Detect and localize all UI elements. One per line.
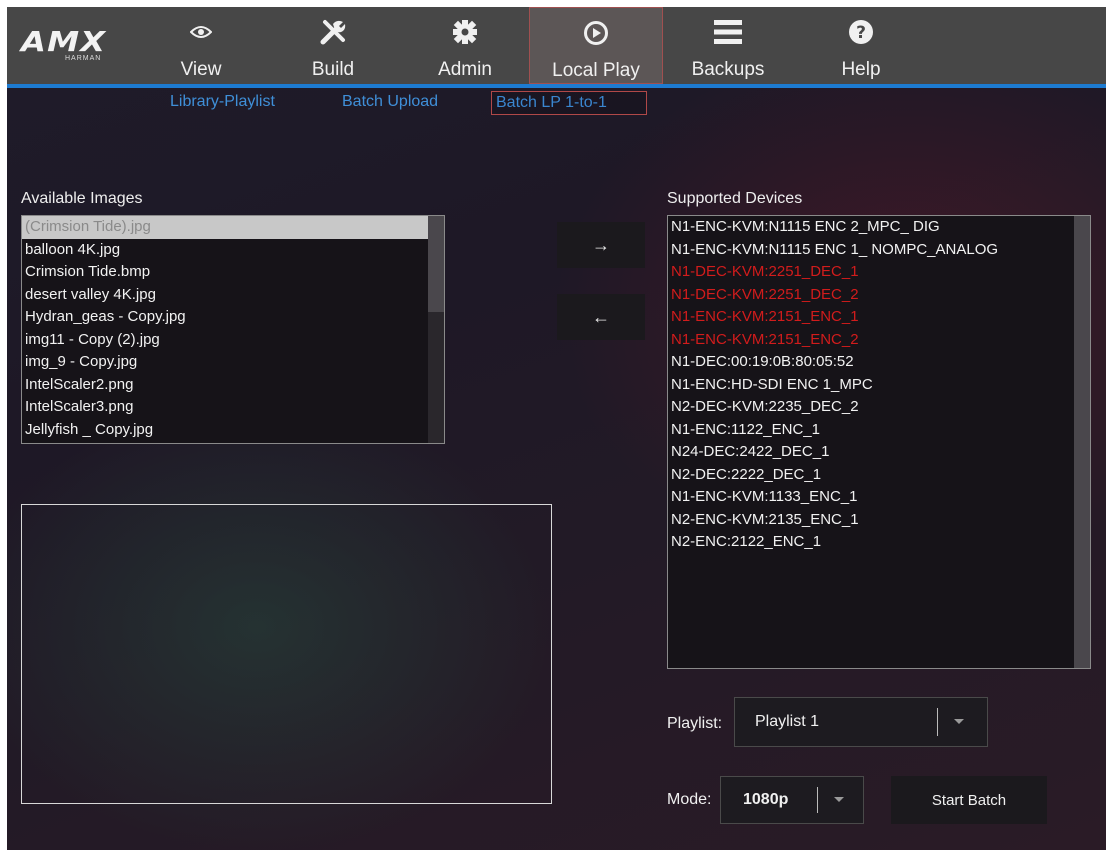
device-list-item[interactable]: N1-DEC-KVM:2251_DEC_1 [668,261,1090,284]
playlist-dropdown[interactable]: Playlist 1 [734,697,988,747]
nav-help[interactable]: ? Help [819,7,903,84]
scrollbar-thumb[interactable] [428,216,444,312]
nav-accent-line [7,84,1106,88]
device-list-item[interactable]: N1-DEC-KVM:2251_DEC_2 [668,284,1090,307]
image-list-item[interactable]: desert valley 4K.jpg [22,284,444,307]
nav-build[interactable]: Build [289,7,377,84]
mode-dropdown[interactable]: 1080p [720,776,864,824]
device-list-item[interactable]: N1-ENC-KVM:N1115 ENC 2_MPC_ DIG [668,216,1090,239]
app-window: AMX HARMAN View Build Admin Local Play B… [7,7,1106,850]
image-list-item[interactable]: img_9 - Copy.jpg [22,351,444,374]
image-list-item[interactable]: balloon 4K.jpg [22,239,444,262]
image-list-item[interactable]: (Crimsion Tide).jpg [22,216,428,239]
menu-icon [683,17,773,47]
device-list-item[interactable]: N2-ENC:2122_ENC_1 [668,531,1090,554]
image-list-item[interactable]: IntelScaler3.png [22,396,444,419]
image-list-item[interactable]: img11 - Copy (2).jpg [22,329,444,352]
scrollbar[interactable] [428,216,444,443]
device-list-item[interactable]: N1-DEC:00:19:0B:80:05:52 [668,351,1090,374]
start-batch-button[interactable]: Start Batch [891,776,1047,824]
subnav-batch-lp-1-to-1[interactable]: Batch LP 1-to-1 [491,91,647,115]
nav-label: Local Play [552,60,640,81]
logo-sub-text: HARMAN [65,55,102,62]
gear-icon [421,17,509,47]
mode-label: Mode: [667,791,712,808]
scrollbar-thumb[interactable] [1074,216,1090,668]
nav-label: Admin [438,59,492,80]
top-nav-bar: AMX HARMAN View Build Admin Local Play B… [7,7,1106,84]
device-list-item[interactable]: N1-ENC-KVM:1133_ENC_1 [668,486,1090,509]
nav-admin[interactable]: Admin [421,7,509,84]
amx-logo: AMX HARMAN [21,25,121,69]
available-images-label: Available Images [21,190,143,207]
svg-text:?: ? [856,23,866,43]
device-list-item[interactable]: N1-ENC:1122_ENC_1 [668,419,1090,442]
playlist-label: Playlist: [667,715,723,732]
supported-devices-label: Supported Devices [667,190,803,207]
device-list-item[interactable]: N2-ENC-KVM:2135_ENC_1 [668,509,1090,532]
subnav-batch-upload[interactable]: Batch Upload [342,91,438,115]
help-icon: ? [819,17,903,47]
play-circle-icon [530,18,662,48]
dropdown-separator [937,708,938,736]
nav-label: Help [841,59,881,80]
remove-device-button[interactable]: ← [557,294,645,340]
image-preview-pane [21,504,552,804]
dropdown-separator [817,787,818,813]
nav-label: Build [311,59,355,80]
nav-local-play[interactable]: Local Play [529,7,663,84]
image-list-item[interactable]: Hydran_geas - Copy.jpg [22,306,444,329]
eye-icon [157,17,245,47]
image-list-item[interactable]: Jellyfish _ Copy.jpg [22,419,444,442]
scrollbar[interactable] [1074,216,1090,668]
add-device-button[interactable]: → [557,222,645,268]
image-list-item[interactable]: Crimsion Tide.bmp [22,261,444,284]
device-list-item[interactable]: N1-ENC:HD-SDI ENC 1_MPC [668,374,1090,397]
chevron-down-icon [953,698,965,746]
device-list-item[interactable]: N24-DEC:2422_DEC_1 [668,441,1090,464]
device-list-item[interactable]: N1-ENC-KVM:2151_ENC_1 [668,306,1090,329]
device-list-item[interactable]: N2-DEC:2222_DEC_1 [668,464,1090,487]
playlist-value: Playlist 1 [755,713,820,730]
tools-icon [289,17,377,47]
nav-label: View [180,59,222,80]
mode-value: 1080p [743,791,789,808]
image-list-item[interactable]: IntelScaler2.png [22,374,444,397]
nav-view[interactable]: View [157,7,245,84]
device-list-item[interactable]: N1-ENC-KVM:2151_ENC_2 [668,329,1090,352]
logo-text: AMX [21,25,107,58]
device-list-item[interactable]: N2-DEC-KVM:2235_DEC_2 [668,396,1090,419]
available-images-list[interactable]: (Crimsion Tide).jpg balloon 4K.jpg Crimsio… [21,215,445,444]
device-list-item[interactable]: N1-ENC-KVM:N1115 ENC 1_ NOMPC_ANALOG [668,239,1090,262]
supported-devices-list[interactable]: N1-ENC-KVM:N1115 ENC 2_MPC_ DIG N1-ENC-KV… [667,215,1091,669]
nav-backups[interactable]: Backups [683,7,773,84]
chevron-down-icon [833,777,845,823]
nav-label: Backups [691,59,765,80]
subnav-library-playlist[interactable]: Library-Playlist [170,91,275,115]
